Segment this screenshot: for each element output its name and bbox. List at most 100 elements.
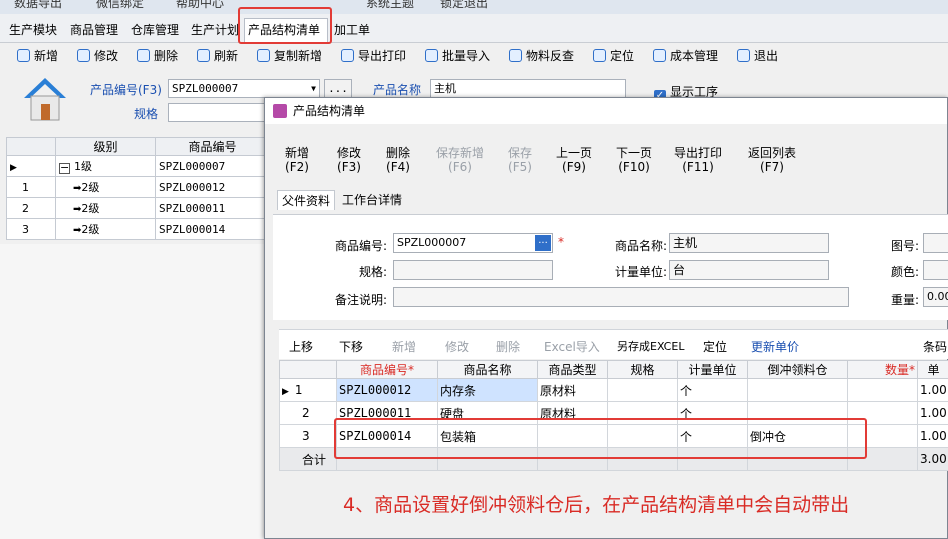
dlg-next-page-button[interactable]: 下一页 (F10): [616, 146, 652, 174]
highlight-box-tab: [238, 7, 332, 44]
dlg-back-to-list-button[interactable]: 返回列表 (F7): [748, 146, 796, 174]
goods-code-input[interactable]: SPZL000007...: [393, 233, 553, 253]
spec-input[interactable]: [168, 103, 268, 122]
material-lookup-button[interactable]: 物料反查: [509, 47, 574, 65]
color-input[interactable]: [923, 260, 948, 280]
highlight-box-row: [334, 418, 867, 459]
save-as-excel-button[interactable]: 另存成EXCEL: [617, 338, 684, 354]
column-header-code[interactable]: 商品编号*: [336, 360, 438, 379]
column-header-spec[interactable]: 规格: [607, 360, 678, 379]
product-code-label: 产品编号(F3): [90, 83, 162, 97]
column-header-name[interactable]: 商品名称: [437, 360, 538, 379]
cost-icon: [653, 49, 666, 62]
column-header-level: 级别: [55, 137, 156, 156]
cost-management-button[interactable]: 成本管理: [653, 47, 718, 65]
bom-dialog: 产品结构清单 新增 (F2) 修改 (F3) 删除 (F4) 保存新增 (F6) 保存(…: [264, 97, 948, 539]
export-print-button[interactable]: 导出打印: [341, 47, 406, 65]
annotation-caption: 4、商品设置好倒冲领料仓后，在产品结构清单中会自动带出: [343, 494, 850, 516]
goods-name-input[interactable]: 主机: [669, 233, 829, 253]
tab-production[interactable]: 生产模块: [6, 19, 60, 41]
refresh-button[interactable]: 刷新: [197, 47, 238, 65]
table-row[interactable]: 2 ➡2级 SPZL000011: [6, 197, 270, 219]
top-menu-strip: 数据导出 微信绑定 帮助中心 系统主题 锁定退出: [0, 0, 948, 14]
grid-edit-button[interactable]: 修改: [445, 338, 469, 355]
column-header-price[interactable]: 单: [917, 360, 948, 379]
spec-label: 规格:: [358, 265, 387, 279]
top-menu-item[interactable]: 微信绑定: [96, 0, 144, 11]
collapse-icon[interactable]: −: [59, 162, 70, 174]
locate-icon: [593, 49, 606, 62]
table-row[interactable]: 3 ➡2级 SPZL000014: [6, 218, 270, 240]
main-toolbar: 新增 修改 删除 刷新 复制新增 导出打印 批量导入 物料反查 定位 成本管理 …: [0, 43, 948, 69]
grid-add-button[interactable]: 新增: [392, 338, 416, 355]
edit-button[interactable]: 修改: [77, 47, 118, 65]
table-row[interactable]: ▶ −1级 SPZL000007: [6, 155, 270, 177]
locate-button[interactable]: 定位: [593, 47, 634, 65]
dlg-delete-button[interactable]: 删除 (F4): [386, 146, 410, 174]
barcode-button[interactable]: 条码: [923, 338, 947, 355]
browse-button[interactable]: ...: [324, 79, 352, 98]
spec-label: 规格: [134, 107, 159, 121]
tab-production-plan[interactable]: 生产计划: [188, 19, 242, 41]
grid-locate-button[interactable]: 定位: [703, 338, 727, 355]
exit-icon: [737, 49, 750, 62]
remark-input[interactable]: [393, 287, 849, 307]
dlg-save-new-button[interactable]: 保存新增 (F6): [436, 146, 484, 174]
delete-button[interactable]: 删除: [137, 47, 178, 65]
dlg-save-button[interactable]: 保存 (F5): [508, 146, 532, 174]
row-pointer-icon: ▶: [10, 162, 17, 173]
tab-workbench-detail[interactable]: 工作台详情: [338, 190, 406, 210]
tab-warehouse[interactable]: 仓库管理: [128, 19, 182, 41]
add-button[interactable]: 新增: [17, 47, 58, 65]
column-header-qty[interactable]: 数量*: [847, 360, 918, 379]
copy-icon: [257, 49, 270, 62]
color-label: 颜色:: [890, 265, 919, 279]
top-menu-item[interactable]: 帮助中心: [176, 0, 224, 11]
dlg-export-print-button[interactable]: 导出打印 (F11): [674, 146, 722, 174]
lookup-icon: [509, 49, 522, 62]
figure-no-input[interactable]: [923, 233, 948, 253]
excel-import-button[interactable]: Excel导入: [544, 338, 600, 355]
copy-add-button[interactable]: 复制新增: [257, 47, 322, 65]
top-menu-item[interactable]: 数据导出: [14, 0, 62, 11]
product-code-input[interactable]: SPZL000007 ▼: [168, 79, 320, 98]
dlg-edit-button[interactable]: 修改 (F3): [337, 146, 361, 174]
column-header-code: 商品编号: [155, 137, 270, 156]
dlg-prev-page-button[interactable]: 上一页 (F9): [556, 146, 592, 174]
move-down-button[interactable]: 下移: [339, 338, 363, 355]
dialog-title-bar[interactable]: 产品结构清单: [265, 98, 947, 124]
column-header-backflush-wh[interactable]: 倒冲领料仓: [747, 360, 848, 379]
unit-input[interactable]: 台: [669, 260, 829, 280]
column-header-unit[interactable]: 计量单位: [677, 360, 748, 379]
product-name-input[interactable]: 主机: [430, 79, 626, 98]
move-up-button[interactable]: 上移: [289, 338, 313, 355]
home-icon[interactable]: [22, 76, 68, 122]
tab-parent-info[interactable]: 父件资料: [277, 190, 336, 210]
table-row[interactable]: 1 ➡2级 SPZL000012: [6, 176, 270, 198]
parent-info-form: 商品编号: SPZL000007... * 商品名称: 主机 图号: 规格: 计…: [273, 214, 948, 320]
required-mark: *: [558, 235, 564, 249]
tab-processing-order[interactable]: 加工单: [331, 19, 373, 41]
add-icon: [17, 49, 30, 62]
batch-import-button[interactable]: 批量导入: [425, 47, 490, 65]
chevron-down-icon[interactable]: ▼: [311, 80, 316, 97]
left-empty-area: [0, 244, 264, 539]
refresh-icon: [197, 49, 210, 62]
exit-button[interactable]: 退出: [737, 47, 778, 65]
dlg-add-button[interactable]: 新增 (F2): [285, 146, 309, 174]
bom-tree-grid: 级别 商品编号 ▶ −1级 SPZL000007 1 ➡2级 SPZL00001…: [6, 137, 270, 240]
unit-label: 计量单位:: [614, 265, 667, 279]
top-menu-item[interactable]: 系统主题: [366, 0, 414, 11]
top-menu-item[interactable]: 锁定退出: [440, 0, 488, 11]
row-pointer-icon: ▶: [282, 387, 289, 397]
detail-grid-toolbar: 上移 下移 新增 修改 删除 Excel导入 另存成EXCEL 定位 更新单价 …: [279, 329, 948, 359]
update-price-button[interactable]: 更新单价: [751, 338, 799, 355]
browse-button[interactable]: ...: [535, 235, 551, 251]
product-name-label: 产品名称: [373, 83, 422, 97]
spec-input[interactable]: [393, 260, 553, 280]
grid-delete-button[interactable]: 删除: [496, 338, 520, 355]
weight-input[interactable]: 0.00: [923, 287, 948, 307]
tab-goods[interactable]: 商品管理: [67, 19, 121, 41]
column-header-type[interactable]: 商品类型: [537, 360, 608, 379]
table-row[interactable]: ▶1 SPZL000012 内存条 原材料 个 1.00 500: [279, 378, 948, 402]
